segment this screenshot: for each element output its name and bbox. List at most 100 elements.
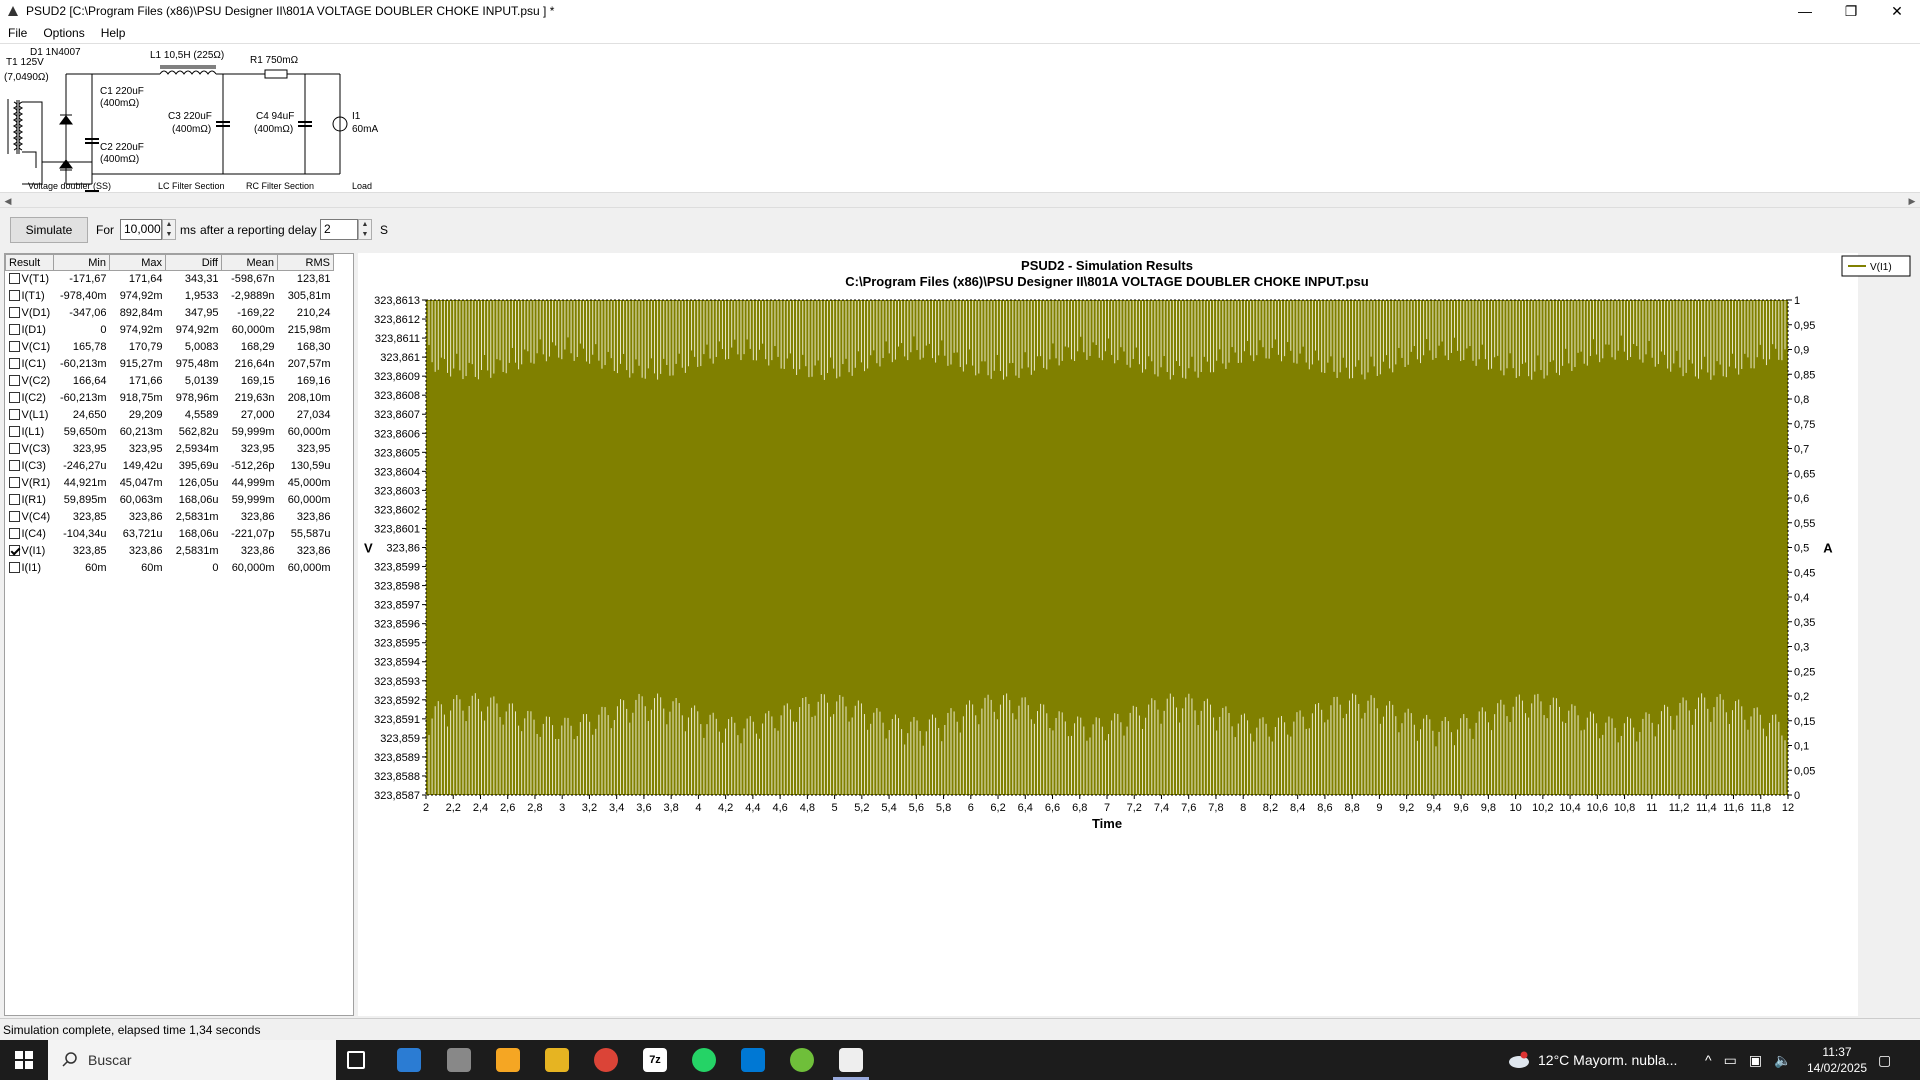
x-tick-label: 4: [695, 802, 701, 814]
result-name-cell: V(D1): [6, 305, 54, 322]
network-icon[interactable]: ▭: [1724, 1052, 1737, 1069]
result-min-cell: 59,895m: [63, 494, 107, 506]
utorrent-icon[interactable]: [790, 1048, 814, 1072]
minimize-button[interactable]: —: [1782, 0, 1828, 22]
weather-widget[interactable]: 12°C Mayorm. nubla...: [1508, 1040, 1677, 1080]
result-name: I(C1): [21, 358, 46, 370]
result-mean-cell: 169,15: [240, 375, 275, 387]
table-row: V(R1) 44,921m 45,047m 126,05u 44,999m 45,000m: [6, 475, 334, 492]
device-icon[interactable]: ▣: [1749, 1052, 1762, 1069]
whatsapp-icon[interactable]: [692, 1048, 716, 1072]
duration-input[interactable]: 10,000: [120, 219, 162, 240]
result-checkbox[interactable]: [8, 477, 20, 488]
taskbar-search[interactable]: Buscar: [48, 1040, 336, 1080]
result-min-cell: 44,921m: [63, 477, 107, 489]
result-checkbox[interactable]: [8, 494, 20, 505]
result-min-cell: -104,34u: [63, 528, 107, 540]
schematic-scrollbar[interactable]: ◀ ▶: [0, 192, 1920, 208]
scroll-right-icon[interactable]: ▶: [1904, 193, 1920, 209]
store-icon[interactable]: [397, 1048, 421, 1072]
result-checkbox[interactable]: [8, 273, 20, 285]
volume-icon[interactable]: 🔈: [1774, 1052, 1791, 1069]
maximize-button[interactable]: ❐: [1828, 0, 1874, 22]
x-tick-label: 10,6: [1587, 802, 1608, 814]
x-tick-label: 7,2: [1127, 802, 1142, 814]
result-rms-cell: 60,000m: [287, 426, 331, 438]
y2-tick-label: 0,6: [1794, 493, 1809, 505]
x-tick-label: 3: [559, 802, 565, 814]
menu-help[interactable]: Help: [93, 26, 134, 40]
column-header-result[interactable]: Result: [5, 254, 54, 271]
result-min-cell: 323,85: [72, 545, 107, 557]
column-header-rms[interactable]: RMS: [277, 254, 334, 271]
x-tick-label: 9,4: [1426, 802, 1441, 814]
result-checkbox[interactable]: [8, 443, 20, 454]
result-checkbox[interactable]: [8, 528, 20, 539]
table-row: I(C3) -246,27u 149,42u 395,69u -512,26p 130,5…: [6, 458, 334, 475]
result-mean-cell: 60,000m: [231, 562, 275, 574]
taskbar-clock[interactable]: 11:37 14/02/2025: [1802, 1044, 1872, 1076]
delay-input[interactable]: 2: [320, 219, 358, 240]
result-diff-cell: 126,05u: [178, 477, 219, 489]
close-button[interactable]: ✕: [1874, 0, 1920, 22]
app-pen-icon[interactable]: [447, 1048, 471, 1072]
task-view-icon[interactable]: [347, 1051, 365, 1069]
column-header-min[interactable]: Min: [53, 254, 110, 271]
result-checkbox[interactable]: [8, 307, 20, 318]
simulation-chart: PSUD2 - Simulation ResultsC:\Program Fil…: [358, 253, 1911, 1016]
result-checkbox[interactable]: [8, 341, 20, 352]
x-tick-label: 9,2: [1399, 802, 1414, 814]
x-tick-label: 8: [1240, 802, 1246, 814]
simulate-button[interactable]: Simulate: [10, 217, 88, 243]
x-tick-label: 2,4: [473, 802, 488, 814]
psud2-taskbar-icon[interactable]: [839, 1048, 863, 1072]
result-mean-cell: 27,000: [240, 409, 275, 421]
outlook-icon[interactable]: [741, 1048, 765, 1072]
result-name: I(R1): [21, 494, 46, 506]
chevron-up-icon[interactable]: ^: [1705, 1052, 1712, 1068]
result-checkbox[interactable]: [8, 426, 20, 437]
chrome-icon[interactable]: [594, 1048, 618, 1072]
y-axis-label: V: [364, 541, 373, 556]
result-name: V(L1): [21, 409, 49, 421]
result-checkbox[interactable]: [8, 562, 20, 573]
label-c4-esr: (400mΩ): [254, 124, 293, 135]
result-checkbox[interactable]: [8, 358, 20, 369]
delay-stepper[interactable]: ▲ ▼: [358, 219, 372, 240]
start-button[interactable]: [0, 1040, 48, 1080]
label-i1-current: 60mA: [352, 124, 378, 135]
result-checkbox[interactable]: [8, 460, 20, 471]
result-mean-cell: 323,86: [240, 511, 275, 523]
result-rms-cell: 207,57m: [287, 358, 331, 370]
menu-file[interactable]: File: [0, 26, 35, 40]
result-max-cell: 323,95: [128, 443, 163, 455]
title-bar: PSUD2 [C:\Program Files (x86)\PSU Design…: [0, 0, 1920, 22]
table-row: I(C1) -60,213m 915,27m 975,48m 216,64n 207,57…: [6, 356, 334, 373]
result-checkbox[interactable]: [8, 392, 20, 403]
x-tick-label: 6: [968, 802, 974, 814]
result-checkbox[interactable]: [8, 511, 20, 522]
label-t1: T1 125V: [6, 57, 44, 68]
y2-tick-label: 0,95: [1794, 320, 1815, 332]
result-checkbox[interactable]: [8, 290, 20, 301]
result-checkbox[interactable]: [8, 545, 20, 556]
y-tick-label: 323,8605: [374, 447, 420, 459]
notifications-icon[interactable]: ▢: [1878, 1040, 1891, 1080]
menu-options[interactable]: Options: [35, 26, 92, 40]
notepad-icon[interactable]: [496, 1048, 520, 1072]
result-checkbox[interactable]: [8, 375, 20, 386]
duration-stepper[interactable]: ▲ ▼: [162, 219, 176, 240]
y-tick-label: 323,8609: [374, 371, 420, 383]
result-checkbox[interactable]: [8, 409, 20, 420]
label-t1-resistance: (7,0490Ω): [4, 72, 49, 83]
result-checkbox[interactable]: [8, 324, 20, 335]
column-header-diff[interactable]: Diff: [165, 254, 222, 271]
y2-tick-label: 0,4: [1794, 592, 1809, 604]
scroll-left-icon[interactable]: ◀: [0, 193, 16, 209]
y2-tick-label: 0,45: [1794, 567, 1815, 579]
sevenzip-icon[interactable]: 7z: [643, 1048, 667, 1072]
column-header-mean[interactable]: Mean: [221, 254, 278, 271]
file-explorer-icon[interactable]: [545, 1048, 569, 1072]
column-header-max[interactable]: Max: [109, 254, 166, 271]
x-axis-label: Time: [1092, 816, 1122, 831]
